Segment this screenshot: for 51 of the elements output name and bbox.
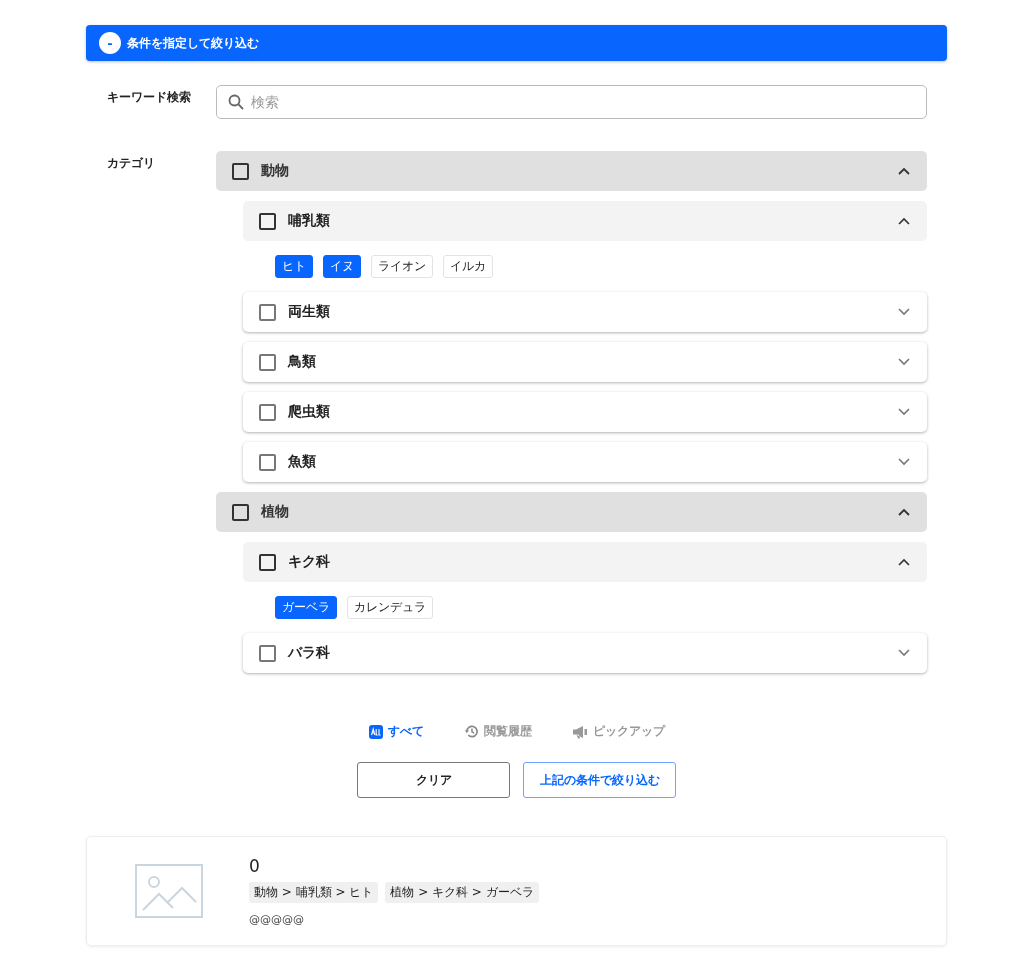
checkbox[interactable] [259,644,276,662]
all-badge-icon [368,724,383,739]
checkbox[interactable] [259,212,276,230]
checkbox[interactable] [259,403,276,421]
checkbox[interactable] [259,453,276,471]
subcategory-header[interactable]: 魚類 [243,442,927,482]
search-field[interactable]: 検索 [216,85,927,119]
subcategory-header[interactable]: バラ科 [243,633,927,673]
subcategory-header[interactable]: 鳥類 [243,342,927,382]
subcategory-header[interactable]: 哺乳類 [243,201,927,241]
megaphone-icon [571,724,588,739]
subcategory-header[interactable]: 爬虫類 [243,392,927,432]
chevron-icon [898,308,910,316]
chevron-icon [898,358,910,366]
checkbox[interactable] [259,303,276,321]
category-path-label: 動物 > 哺乳類 > ヒト [249,882,379,903]
tag-chip[interactable]: イヌ [323,255,361,278]
filter-header-bar[interactable]: - 条件を指定して絞り込む [86,25,947,61]
result-note: @@@@@ [249,913,305,926]
chevron-icon [898,217,910,225]
collapse-toggle[interactable]: - [99,32,121,54]
checkbox[interactable] [232,162,249,180]
apply-filter-button[interactable]: 上記の条件で絞り込む [523,762,676,798]
tag-chip[interactable]: イルカ [443,255,493,278]
tag-chip[interactable]: カレンデュラ [347,596,433,619]
filter-title: 条件を指定して絞り込む [127,34,259,52]
image-placeholder-icon [135,864,203,918]
category-label: カテゴリ [107,155,156,172]
history-icon [463,724,479,739]
chevron-icon [898,458,910,466]
chevron-icon [898,508,910,516]
keyword-label: キーワード検索 [107,89,192,106]
subcategory-header[interactable]: 両生類 [243,292,927,332]
filter-tab[interactable]: すべて [366,721,426,742]
checkbox[interactable] [259,353,276,371]
tag-chip[interactable]: ヒト [275,255,313,278]
clear-button[interactable]: クリア [357,762,510,798]
chevron-icon [898,558,910,566]
chevron-icon [898,649,910,657]
checkbox[interactable] [232,503,249,521]
chevron-icon [898,167,910,175]
chevron-icon [898,408,910,416]
checkbox[interactable] [259,553,276,571]
subcategory-header[interactable]: キク科 [243,542,927,582]
result-card[interactable]: 0 動物 > 哺乳類 > ヒト 植物 > キク科 > ガーベラ @@@@@ [86,836,947,946]
category-path-label: 植物 > キク科 > ガーベラ [385,882,539,903]
result-title: 0 [249,856,261,876]
category-header[interactable]: 植物 [216,492,927,532]
tag-chip[interactable]: ガーベラ [275,596,337,619]
category-header[interactable]: 動物 [216,151,927,191]
tag-chip[interactable]: ライオン [371,255,433,278]
